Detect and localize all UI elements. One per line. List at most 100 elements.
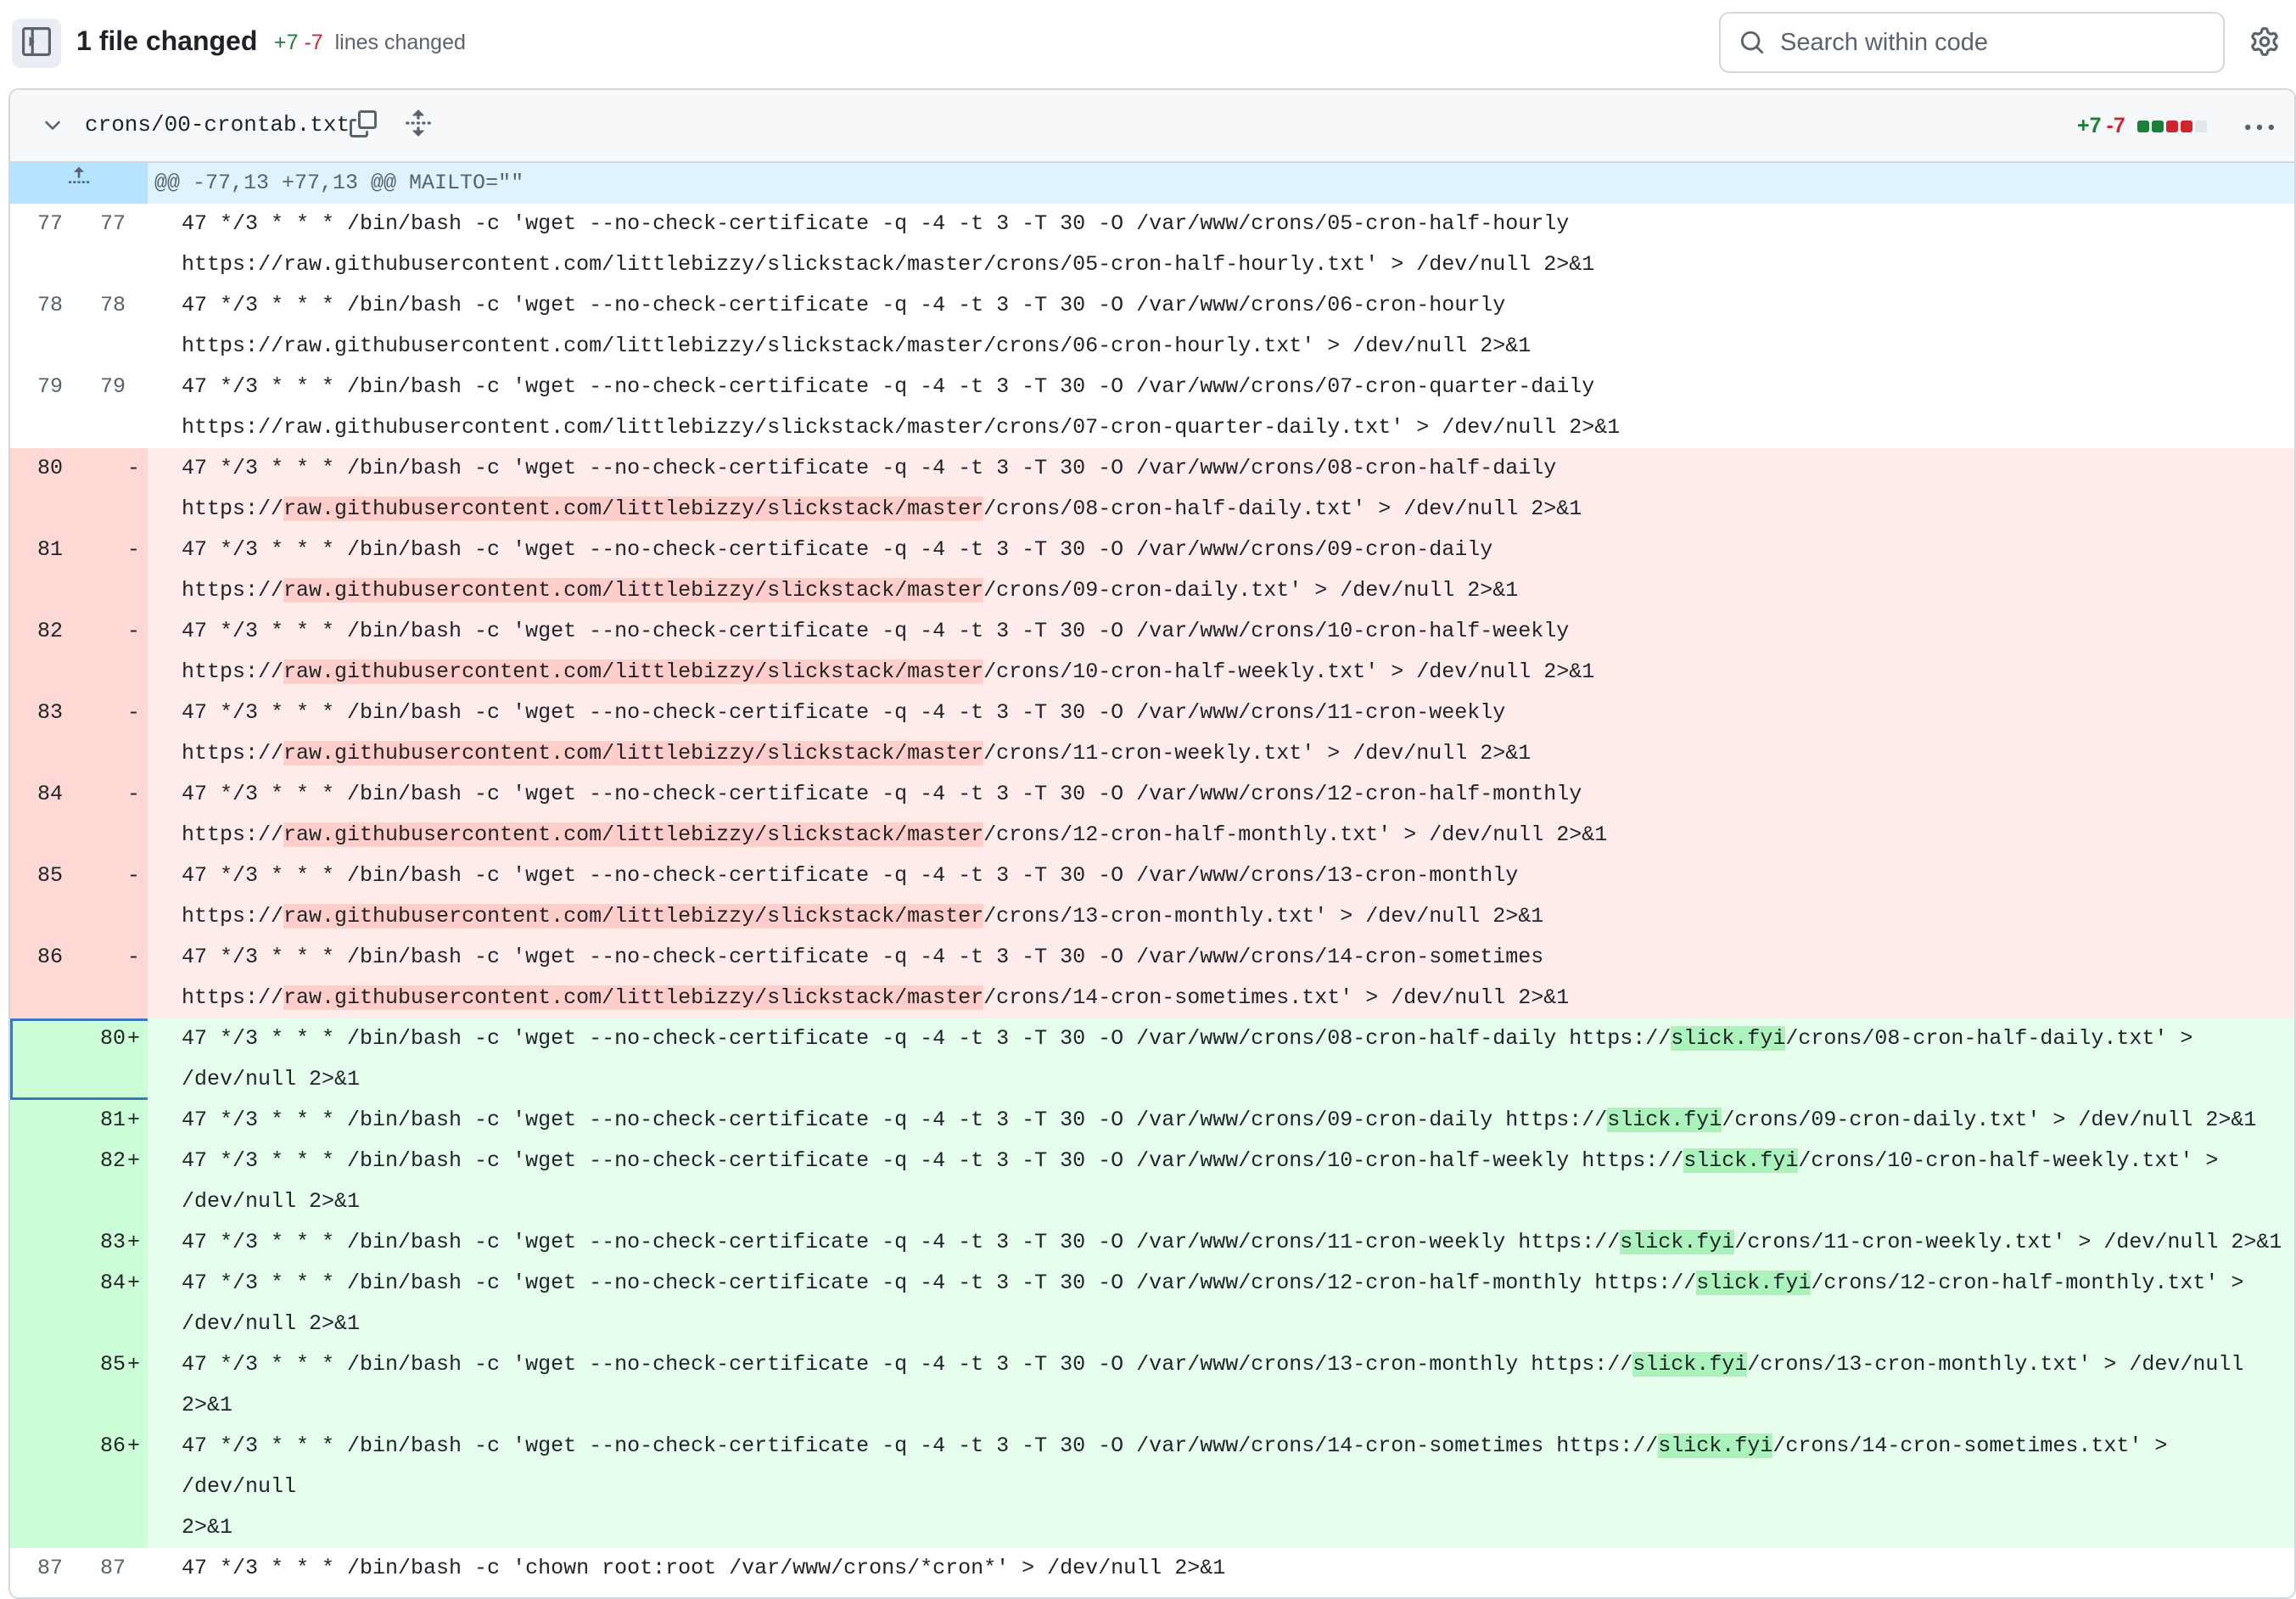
deleted-line[interactable]: 86 - 47 */3 * * * /bin/bash -c 'wget --no-… xyxy=(10,937,2294,1018)
changed-word-highlight: slick.fyi xyxy=(1671,1026,1786,1051)
search-box[interactable] xyxy=(1719,12,2225,73)
code-text: 47 */3 * * * /bin/bash -c 'wget --no-che… xyxy=(182,782,1607,847)
old-line-number[interactable]: 78 xyxy=(10,285,80,367)
old-line-number[interactable]: 87 xyxy=(10,1548,80,1589)
code-segment: /crons/12-cron-half-monthly.txt' > /dev/… xyxy=(983,822,1608,847)
added-line[interactable]: 86 +47 */3 * * * /bin/bash -c 'wget --no-… xyxy=(10,1426,2294,1548)
copy-icon xyxy=(350,110,377,142)
diff-marker: - xyxy=(127,456,141,480)
old-line-number[interactable] xyxy=(10,1344,80,1426)
code-cell: 47 */3 * * * /bin/bash -c 'wget --no-che… xyxy=(148,367,2294,448)
diff-marker: - xyxy=(127,619,141,643)
old-line-number[interactable]: 83 xyxy=(10,693,80,774)
old-line-number[interactable]: 86 xyxy=(10,937,80,1018)
chevron-down-icon xyxy=(41,114,64,142)
context-line[interactable]: 79 79 47 */3 * * * /bin/bash -c 'wget --n… xyxy=(10,367,2294,448)
sidebar-toggle-button[interactable] xyxy=(12,19,61,68)
added-line[interactable]: 85 +47 */3 * * * /bin/bash -c 'wget --no-… xyxy=(10,1344,2294,1426)
diff-table: @@ -77,13 +77,13 @@ MAILTO="" 77 77 47 */… xyxy=(10,163,2294,1597)
changed-word-highlight: slick.fyi xyxy=(1683,1148,1799,1173)
settings-button[interactable] xyxy=(2250,27,2279,60)
code-text: 47 */3 * * * /bin/bash -c 'wget --no-che… xyxy=(182,456,1582,521)
expand-up-button[interactable] xyxy=(10,163,148,204)
file-name[interactable]: crons/00-crontab.txt xyxy=(85,112,350,137)
old-line-number[interactable]: 77 xyxy=(10,204,80,285)
code-cell: - 47 */3 * * * /bin/bash -c 'wget --no-ch… xyxy=(127,693,2294,774)
diff-marker: - xyxy=(127,863,141,888)
diffstat-square xyxy=(2194,120,2207,132)
changed-word-highlight: raw.githubusercontent.com/littlebizzy/sl… xyxy=(283,497,984,521)
context-line[interactable]: 8888 47 */3 * * * /bin/bash -c 'chown ro… xyxy=(10,1589,2294,1597)
context-line[interactable]: 87 87 47 */3 * * * /bin/bash -c 'chown ro… xyxy=(10,1548,2294,1589)
added-line[interactable]: 82 +47 */3 * * * /bin/bash -c 'wget --no-… xyxy=(10,1141,2294,1222)
code-cell: - 47 */3 * * * /bin/bash -c 'wget --no-ch… xyxy=(127,856,2294,937)
deleted-line[interactable]: 85 - 47 */3 * * * /bin/bash -c 'wget --no-… xyxy=(10,856,2294,937)
added-line[interactable]: 84 +47 */3 * * * /bin/bash -c 'wget --no-… xyxy=(10,1263,2294,1344)
search-input[interactable] xyxy=(1778,27,2206,58)
diff-marker: + xyxy=(127,1108,141,1132)
code-cell: 47 */3 * * * /bin/bash -c 'chown root:ro… xyxy=(148,1548,2294,1589)
code-text: 47 */3 * * * /bin/bash -c 'wget --no-che… xyxy=(182,537,1518,603)
old-line-number[interactable]: 79 xyxy=(10,367,80,448)
diff-marker: + xyxy=(127,1026,141,1051)
file-deletions: -7 xyxy=(2106,114,2125,137)
code-cell: 47 */3 * * * /bin/bash -c 'wget --no-che… xyxy=(148,204,2294,285)
changed-word-highlight: slick.fyi xyxy=(1620,1230,1735,1254)
expand-up-icon xyxy=(67,163,91,204)
code-segment: 47 */3 * * * /bin/bash -c 'wget --no-che… xyxy=(182,1271,1697,1295)
added-line[interactable]: 81 +47 */3 * * * /bin/bash -c 'wget --no-… xyxy=(10,1100,2294,1141)
old-line-number[interactable] xyxy=(10,1263,80,1344)
added-line[interactable]: 80 +47 */3 * * * /bin/bash -c 'wget --no-… xyxy=(10,1018,2294,1100)
code-segment: /crons/11-cron-weekly.txt' > /dev/null 2… xyxy=(983,741,1532,766)
unfold-icon xyxy=(404,109,433,142)
old-line-number[interactable]: 88 xyxy=(10,1589,80,1597)
old-line-number[interactable] xyxy=(10,1100,80,1141)
diff-marker: - xyxy=(127,945,141,969)
code-cell: +47 */3 * * * /bin/bash -c 'wget --no-ch… xyxy=(127,1222,2294,1263)
code-text: 47 */3 * * * /bin/bash -c 'wget --no-che… xyxy=(182,1352,2256,1417)
code-cell: - 47 */3 * * * /bin/bash -c 'wget --no-ch… xyxy=(127,530,2294,611)
deleted-line[interactable]: 80 - 47 */3 * * * /bin/bash -c 'wget --no-… xyxy=(10,448,2294,530)
code-text: 47 */3 * * * /bin/bash -c 'wget --no-che… xyxy=(182,863,1543,929)
diff-marker: + xyxy=(127,1230,141,1254)
expand-all-button[interactable] xyxy=(404,109,433,142)
collapse-file-button[interactable] xyxy=(41,114,64,142)
context-line[interactable]: 78 78 47 */3 * * * /bin/bash -c 'wget --n… xyxy=(10,285,2294,367)
search-icon xyxy=(1739,30,1765,55)
old-line-number[interactable]: 84 xyxy=(10,774,80,856)
added-line[interactable]: 83 +47 */3 * * * /bin/bash -c 'wget --no-… xyxy=(10,1222,2294,1263)
old-line-number[interactable]: 81 xyxy=(10,530,80,611)
changed-word-highlight: slick.fyi xyxy=(1607,1108,1722,1132)
deletions-count: -7 xyxy=(304,31,323,54)
file-options-button[interactable] xyxy=(2245,114,2274,147)
code-cell: +47 */3 * * * /bin/bash -c 'wget --no-ch… xyxy=(127,1141,2294,1222)
old-line-number[interactable] xyxy=(10,1426,80,1548)
old-line-number[interactable]: 82 xyxy=(10,611,80,693)
code-text: 47 */3 * * * /bin/bash -c 'wget --no-che… xyxy=(182,1271,2243,1336)
old-line-number[interactable] xyxy=(10,1141,80,1222)
code-text: 47 */3 * * * /bin/bash -c 'chown root:ro… xyxy=(182,1556,1226,1580)
code-text: 47 */3 * * * /bin/bash -c 'wget --no-che… xyxy=(182,374,1621,440)
old-line-number[interactable] xyxy=(10,1222,80,1263)
deleted-line[interactable]: 82 - 47 */3 * * * /bin/bash -c 'wget --no-… xyxy=(10,611,2294,693)
diff-marker xyxy=(154,204,182,244)
old-line-number[interactable]: 85 xyxy=(10,856,80,937)
changed-word-highlight: raw.githubusercontent.com/littlebizzy/sl… xyxy=(283,741,984,766)
deleted-line[interactable]: 84 - 47 */3 * * * /bin/bash -c 'wget --no-… xyxy=(10,774,2294,856)
diffstat-bar xyxy=(2136,120,2207,132)
copy-path-button[interactable] xyxy=(350,110,377,142)
context-line[interactable]: 77 77 47 */3 * * * /bin/bash -c 'wget --n… xyxy=(10,204,2294,285)
code-cell: +47 */3 * * * /bin/bash -c 'wget --no-ch… xyxy=(127,1263,2294,1344)
diff-marker xyxy=(154,367,182,407)
diff-marker: - xyxy=(127,700,141,725)
lines-changed-summary: +7 -7 lines changed xyxy=(274,31,466,55)
deleted-line[interactable]: 81 - 47 */3 * * * /bin/bash -c 'wget --no-… xyxy=(10,530,2294,611)
diff-marker xyxy=(154,285,182,326)
code-text: 47 */3 * * * /bin/bash -c 'wget --no-che… xyxy=(182,619,1594,684)
changed-word-highlight: raw.githubusercontent.com/littlebizzy/sl… xyxy=(283,985,984,1010)
old-line-number[interactable]: 80 xyxy=(10,448,80,530)
diffstat-square xyxy=(2165,120,2178,132)
file-diff: crons/00-crontab.txt +7 -7 @@ -77,13 +77… xyxy=(8,88,2296,1599)
deleted-line[interactable]: 83 - 47 */3 * * * /bin/bash -c 'wget --no-… xyxy=(10,693,2294,774)
old-line-number[interactable] xyxy=(10,1018,80,1100)
